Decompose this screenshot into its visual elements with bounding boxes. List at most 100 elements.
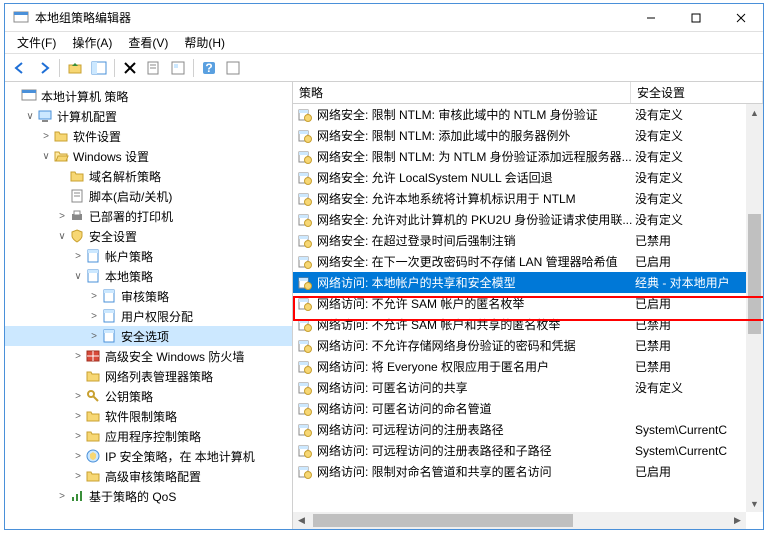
forward-button[interactable]: [33, 57, 55, 79]
delete-button[interactable]: [119, 57, 141, 79]
policy-row[interactable]: 网络访问: 将 Everyone 权限应用于匿名用户已禁用: [293, 356, 763, 377]
back-button[interactable]: [9, 57, 31, 79]
tree-node[interactable]: >安全选项: [5, 326, 292, 346]
folder-icon: [85, 368, 101, 384]
tree-node[interactable]: >脚本(启动/关机): [5, 186, 292, 206]
tree-toggle-icon[interactable]: ∨: [71, 271, 85, 282]
show-hide-tree-button[interactable]: [88, 57, 110, 79]
tree-node[interactable]: >高级安全 Windows 防火墙: [5, 346, 292, 366]
menu-help[interactable]: 帮助(H): [176, 32, 233, 53]
tree-node[interactable]: ∨本地策略: [5, 266, 292, 286]
policy-row[interactable]: 网络安全: 在超过登录时间后强制注销已禁用: [293, 230, 763, 251]
maximize-button[interactable]: [673, 4, 718, 31]
policy-row[interactable]: 网络访问: 限制对命名管道和共享的匿名访问已启用: [293, 461, 763, 482]
tree-toggle-icon[interactable]: >: [71, 391, 85, 402]
policy-name: 网络安全: 在下一次更改密码时不存储 LAN 管理器哈希值: [317, 253, 635, 270]
script-icon: [69, 188, 85, 204]
scroll-left-arrow[interactable]: ◀: [293, 512, 310, 529]
tree-node[interactable]: >应用程序控制策略: [5, 426, 292, 446]
policy-row[interactable]: 网络安全: 限制 NTLM: 为 NTLM 身份验证添加远程服务器...没有定义: [293, 146, 763, 167]
scroll-up-arrow[interactable]: ▲: [746, 104, 763, 121]
export-button[interactable]: [143, 57, 165, 79]
scroll-right-arrow[interactable]: ▶: [729, 512, 746, 529]
tree-node-label: 脚本(启动/关机): [89, 188, 172, 205]
computer-icon: [37, 108, 53, 124]
tree-node[interactable]: >已部署的打印机: [5, 206, 292, 226]
policy-row[interactable]: 网络访问: 可匿名访问的命名管道: [293, 398, 763, 419]
tree-node[interactable]: >网络列表管理器策略: [5, 366, 292, 386]
tree-node[interactable]: >IP 安全策略，在 本地计算机: [5, 446, 292, 466]
menu-file[interactable]: 文件(F): [9, 32, 64, 53]
help-button[interactable]: ?: [198, 57, 220, 79]
policy-row[interactable]: 网络访问: 不允许 SAM 帐户和共享的匿名枚举已禁用: [293, 314, 763, 335]
qos-icon: [69, 488, 85, 504]
policy-value: 已启用: [635, 253, 763, 270]
horizontal-scrollbar[interactable]: ◀ ▶: [293, 512, 746, 529]
properties-icon: [170, 60, 186, 76]
column-setting[interactable]: 安全设置: [631, 82, 763, 103]
policy-row[interactable]: 网络访问: 不允许存储网络身份验证的密码和凭据已禁用: [293, 335, 763, 356]
tree-toggle-icon[interactable]: ∨: [39, 151, 53, 162]
up-button[interactable]: [64, 57, 86, 79]
menu-view[interactable]: 查看(V): [120, 32, 176, 53]
policy-row[interactable]: 网络安全: 限制 NTLM: 添加此域中的服务器例外没有定义: [293, 125, 763, 146]
policy-item-icon: [297, 275, 313, 291]
list-body[interactable]: 网络安全: 限制 NTLM: 审核此域中的 NTLM 身份验证没有定义网络安全:…: [293, 104, 763, 529]
tree-node[interactable]: >软件设置: [5, 126, 292, 146]
tree-panel[interactable]: >本地计算机 策略∨计算机配置>软件设置∨Windows 设置>域名解析策略>脚…: [5, 82, 293, 529]
tree-toggle-icon[interactable]: >: [71, 451, 85, 462]
tree-toggle-icon[interactable]: ∨: [23, 111, 37, 122]
tree-pane-icon: [91, 60, 107, 76]
policy-row[interactable]: 网络访问: 可远程访问的注册表路径和子路径System\CurrentC: [293, 440, 763, 461]
policy-row[interactable]: 网络安全: 允许本地系统将计算机标识用于 NTLM没有定义: [293, 188, 763, 209]
policy-value: 已禁用: [635, 358, 763, 375]
minimize-button[interactable]: [628, 4, 673, 31]
policy-row[interactable]: 网络安全: 限制 NTLM: 审核此域中的 NTLM 身份验证没有定义: [293, 104, 763, 125]
column-policy[interactable]: 策略: [293, 82, 631, 103]
tree-toggle-icon[interactable]: >: [55, 491, 69, 502]
folder-up-icon: [67, 60, 83, 76]
policy-row[interactable]: 网络访问: 不允许 SAM 帐户的匿名枚举已启用: [293, 293, 763, 314]
scroll-thumb-v[interactable]: [748, 214, 761, 334]
tree-node[interactable]: >基于策略的 QoS: [5, 486, 292, 506]
tree-toggle-icon[interactable]: >: [87, 291, 101, 302]
policy-icon: [101, 288, 117, 304]
tree-node[interactable]: ∨安全设置: [5, 226, 292, 246]
tree-node[interactable]: ∨计算机配置: [5, 106, 292, 126]
refresh-button[interactable]: [222, 57, 244, 79]
tree-node-label: 网络列表管理器策略: [105, 368, 213, 385]
policy-row[interactable]: 网络访问: 本地帐户的共享和安全模型经典 - 对本地用户: [293, 272, 763, 293]
tree-node[interactable]: >本地计算机 策略: [5, 86, 292, 106]
scroll-thumb-h[interactable]: [313, 514, 573, 527]
policy-value: 经典 - 对本地用户: [635, 274, 763, 291]
policy-row[interactable]: 网络安全: 允许 LocalSystem NULL 会话回退没有定义: [293, 167, 763, 188]
tree-toggle-icon[interactable]: >: [71, 351, 85, 362]
tree-toggle-icon[interactable]: >: [71, 251, 85, 262]
policy-row[interactable]: 网络安全: 在下一次更改密码时不存储 LAN 管理器哈希值已启用: [293, 251, 763, 272]
tree-toggle-icon[interactable]: >: [87, 311, 101, 322]
vertical-scrollbar[interactable]: ▲ ▼: [746, 104, 763, 512]
tree-toggle-icon[interactable]: >: [55, 211, 69, 222]
svg-text:?: ?: [205, 61, 212, 75]
tree-toggle-icon[interactable]: >: [71, 411, 85, 422]
policy-row[interactable]: 网络访问: 可远程访问的注册表路径System\CurrentC: [293, 419, 763, 440]
menu-action[interactable]: 操作(A): [64, 32, 120, 53]
tree-node[interactable]: >公钥策略: [5, 386, 292, 406]
properties-button[interactable]: [167, 57, 189, 79]
policy-row[interactable]: 网络访问: 可匿名访问的共享没有定义: [293, 377, 763, 398]
tree-node[interactable]: ∨Windows 设置: [5, 146, 292, 166]
tree-toggle-icon[interactable]: ∨: [55, 231, 69, 242]
tree-node[interactable]: >帐户策略: [5, 246, 292, 266]
tree-node[interactable]: >域名解析策略: [5, 166, 292, 186]
close-button[interactable]: [718, 4, 763, 31]
tree-toggle-icon[interactable]: >: [71, 431, 85, 442]
tree-node[interactable]: >软件限制策略: [5, 406, 292, 426]
policy-row[interactable]: 网络安全: 允许对此计算机的 PKU2U 身份验证请求使用联...没有定义: [293, 209, 763, 230]
tree-node[interactable]: >审核策略: [5, 286, 292, 306]
scroll-down-arrow[interactable]: ▼: [746, 495, 763, 512]
tree-toggle-icon[interactable]: >: [87, 331, 101, 342]
tree-toggle-icon[interactable]: >: [39, 131, 53, 142]
tree-toggle-icon[interactable]: >: [71, 471, 85, 482]
tree-node[interactable]: >高级审核策略配置: [5, 466, 292, 486]
tree-node[interactable]: >用户权限分配: [5, 306, 292, 326]
